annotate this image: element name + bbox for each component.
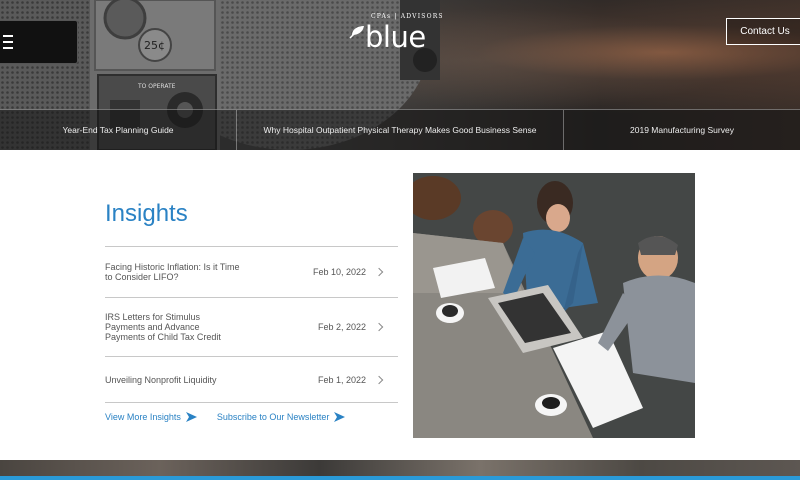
- insight-title: Facing Historic Inflation: Is it Time to…: [105, 262, 240, 282]
- insight-item[interactable]: Unveiling Nonprofit Liquidity Feb 1, 202…: [105, 356, 398, 403]
- insights-heading: Insights: [105, 200, 188, 227]
- featured-article-link[interactable]: Why Hospital Outpatient Physical Therapy…: [237, 110, 564, 150]
- binocular-price-text: 25¢: [144, 39, 165, 52]
- featured-article-link[interactable]: Year-End Tax Planning Guide: [0, 110, 237, 150]
- contact-us-button[interactable]: Contact Us: [726, 18, 800, 45]
- insight-title: IRS Letters for Stimulus Payments and Ad…: [105, 312, 221, 342]
- hamburger-icon: [3, 35, 13, 49]
- chevron-right-icon: [374, 375, 384, 384]
- hero-banner: 25¢ TO OPERATE CPAs | ADVISORS blue Cont…: [0, 0, 800, 150]
- insights-links: View More Insights Subscribe to Our News…: [105, 412, 346, 422]
- logo-wordmark: blue: [365, 20, 426, 54]
- logo-tagline: CPAs | ADVISORS: [371, 13, 444, 20]
- featured-article-link[interactable]: 2019 Manufacturing Survey: [564, 110, 800, 150]
- blue-logo[interactable]: CPAs | ADVISORS blue: [349, 10, 459, 56]
- insight-title: Unveiling Nonprofit Liquidity: [105, 374, 217, 385]
- collaboration-photo: [413, 173, 695, 438]
- leaf-icon: [349, 26, 364, 39]
- binocular-label-text: TO OPERATE: [137, 83, 176, 90]
- insights-list: Facing Historic Inflation: Is it Time to…: [105, 246, 398, 403]
- menu-button[interactable]: [0, 20, 78, 64]
- arrow-right-icon: [334, 412, 346, 422]
- arrow-right-icon: [185, 412, 197, 422]
- featured-articles-bar: Year-End Tax Planning Guide Why Hospital…: [0, 109, 800, 150]
- accent-divider: [0, 476, 800, 480]
- chevron-right-icon: [374, 322, 384, 332]
- view-more-insights-link[interactable]: View More Insights: [105, 412, 197, 422]
- insight-date: Feb 2, 2022: [317, 322, 366, 332]
- insight-item[interactable]: IRS Letters for Stimulus Payments and Ad…: [105, 297, 398, 356]
- view-more-insights-label: View More Insights: [105, 412, 181, 422]
- chevron-right-icon: [374, 267, 384, 277]
- insight-item[interactable]: Facing Historic Inflation: Is it Time to…: [105, 246, 398, 297]
- subscribe-newsletter-link[interactable]: Subscribe to Our Newsletter: [217, 412, 346, 422]
- insight-date: Feb 10, 2022: [312, 267, 366, 277]
- insight-date: Feb 1, 2022: [317, 374, 366, 385]
- subscribe-newsletter-label: Subscribe to Our Newsletter: [216, 412, 330, 422]
